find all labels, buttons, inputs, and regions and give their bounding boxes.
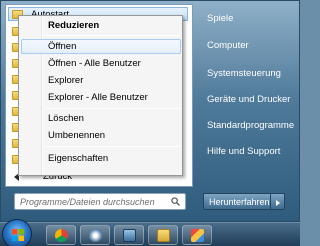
- taskbar-media[interactable]: [80, 225, 110, 245]
- right-item-standardprogramme[interactable]: Standardprogramme: [205, 116, 297, 136]
- search-input[interactable]: Programme/Dateien durchsuchen: [14, 193, 186, 210]
- start-menu: Autostart Zurück Programme/Dateien durch…: [0, 0, 300, 222]
- menu-item-explorer-alle-benutzer[interactable]: Explorer - Alle Benutzer: [48, 92, 148, 103]
- menu-item-oeffnen[interactable]: Öffnen: [48, 41, 76, 52]
- menu-item-explorer[interactable]: Explorer: [48, 75, 83, 86]
- chevron-right-icon: [276, 200, 280, 206]
- menu-item-eigenschaften[interactable]: Eigenschaften: [48, 153, 108, 164]
- right-item-hilfe-und-support[interactable]: Hilfe und Support: [205, 142, 297, 162]
- media-icon: [89, 229, 102, 242]
- menu-separator: [46, 35, 180, 36]
- search-placeholder: Programme/Dateien durchsuchen: [20, 197, 155, 207]
- folder-icon: [157, 229, 170, 242]
- monitor-icon: [123, 229, 136, 242]
- paint-icon: [191, 229, 204, 242]
- menu-item-oeffnen-alle-benutzer[interactable]: Öffnen - Alle Benutzer: [48, 58, 141, 69]
- right-item-geraete-und-drucker[interactable]: Geräte und Drucker: [205, 90, 297, 110]
- taskbar-monitor[interactable]: [114, 225, 144, 245]
- right-item-computer[interactable]: Computer: [205, 36, 297, 56]
- menu-item-loeschen[interactable]: Löschen: [48, 113, 84, 124]
- taskbar-chrome[interactable]: [46, 225, 76, 245]
- menu-item-hover-highlight: [21, 39, 181, 54]
- taskbar-paint[interactable]: [182, 225, 212, 245]
- search-icon: [171, 197, 180, 206]
- taskbar: [0, 219, 300, 246]
- menu-separator: [46, 146, 180, 147]
- menu-item-reduzieren[interactable]: Reduzieren: [48, 20, 99, 31]
- context-menu: Reduzieren Öffnen Öffnen - Alle Benutzer…: [18, 15, 183, 176]
- taskbar-folder[interactable]: [148, 225, 178, 245]
- shutdown-options-button[interactable]: [271, 193, 285, 210]
- right-item-spiele[interactable]: Spiele: [205, 9, 297, 29]
- windows-logo-icon: [12, 229, 24, 241]
- menu-item-umbenennen[interactable]: Umbenennen: [48, 130, 105, 141]
- shutdown-button[interactable]: Herunterfahren: [203, 193, 271, 210]
- menu-separator: [46, 108, 180, 109]
- right-item-systemsteuerung[interactable]: Systemsteuerung: [205, 64, 297, 84]
- start-orb[interactable]: [2, 219, 32, 246]
- chrome-icon: [55, 229, 68, 242]
